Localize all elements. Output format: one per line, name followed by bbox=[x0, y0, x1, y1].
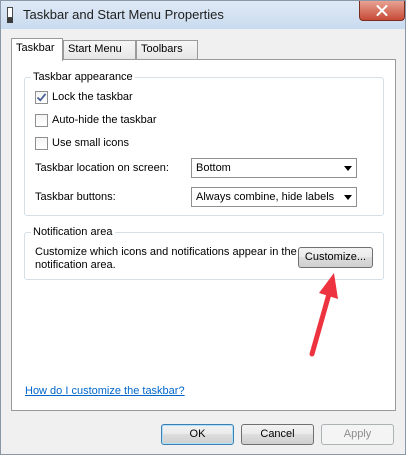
notification-description: Customize which icons and notifications … bbox=[35, 246, 297, 271]
small-icons-label: Use small icons bbox=[52, 137, 130, 149]
properties-dialog: Taskbar and Start Menu Properties Taskba… bbox=[0, 0, 406, 455]
tab-taskbar[interactable]: Taskbar bbox=[11, 38, 63, 61]
title-bar[interactable]: Taskbar and Start Menu Properties bbox=[1, 1, 405, 29]
chevron-down-icon bbox=[344, 166, 352, 171]
apply-button[interactable]: Apply bbox=[321, 424, 394, 445]
notification-area-group: Notification area Customize which icons … bbox=[24, 226, 384, 280]
taskbar-icon bbox=[7, 7, 13, 23]
location-dropdown[interactable]: Bottom bbox=[191, 158, 357, 178]
tab-start-menu[interactable]: Start Menu bbox=[63, 40, 136, 59]
tab-panel: Taskbar appearance Lock the taskbar Auto… bbox=[11, 59, 396, 411]
customize-button[interactable]: Customize... bbox=[298, 247, 373, 268]
tab-toolbars[interactable]: Toolbars bbox=[136, 40, 198, 59]
ok-button[interactable]: OK bbox=[161, 424, 234, 445]
location-label: Taskbar location on screen: bbox=[35, 162, 169, 174]
taskbar-buttons-dropdown[interactable]: Always combine, hide labels bbox=[191, 187, 357, 207]
group-title-notification: Notification area bbox=[31, 226, 115, 238]
checkbox-box[interactable] bbox=[35, 137, 48, 150]
location-value: Bottom bbox=[196, 162, 231, 174]
cancel-button[interactable]: Cancel bbox=[241, 424, 314, 445]
checkmark-icon bbox=[37, 93, 46, 102]
taskbar-appearance-group: Taskbar appearance Lock the taskbar Auto… bbox=[24, 71, 384, 216]
chevron-down-icon bbox=[344, 195, 352, 200]
checkbox-box[interactable] bbox=[35, 91, 48, 104]
group-title-appearance: Taskbar appearance bbox=[31, 71, 135, 83]
close-icon bbox=[376, 5, 388, 16]
close-button[interactable] bbox=[359, 1, 405, 21]
help-link[interactable]: How do I customize the taskbar? bbox=[25, 385, 185, 397]
window-title: Taskbar and Start Menu Properties bbox=[23, 7, 224, 22]
autohide-taskbar-label: Auto-hide the taskbar bbox=[52, 114, 157, 126]
taskbar-buttons-value: Always combine, hide labels bbox=[196, 191, 335, 203]
buttons-label: Taskbar buttons: bbox=[35, 191, 116, 203]
lock-taskbar-label: Lock the taskbar bbox=[52, 91, 133, 103]
checkbox-box[interactable] bbox=[35, 114, 48, 127]
